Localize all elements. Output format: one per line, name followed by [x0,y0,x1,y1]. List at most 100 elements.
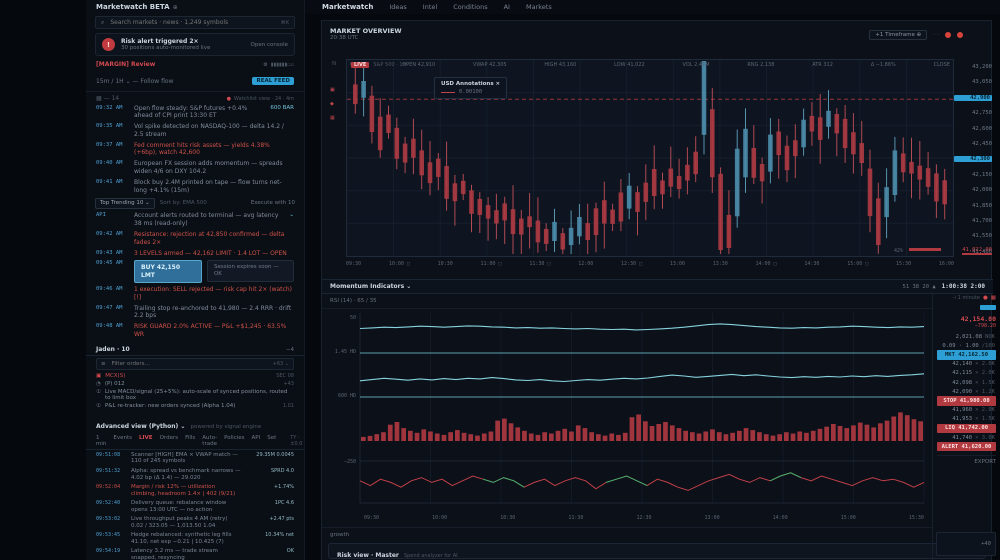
beta-plus-icon: ⊕ [173,4,178,11]
session-tooltip[interactable]: Session expires soon — OK [207,260,294,281]
table-row[interactable]: 09:52:40Delivery queue: rebalance window… [86,499,304,515]
table-row[interactable]: 09:51:08Scanner [HIGH] EMA × VWAP match … [86,450,304,466]
marker-grid-icon[interactable]: ▦ [330,115,335,121]
stat-label: CLOSE [934,62,950,68]
feed-item[interactable]: 09:32 AMOpen flow steady: S&P futures +0… [86,103,304,122]
alert-action-link[interactable]: Open console [251,42,288,48]
row-time: 09:52:04 [96,484,126,490]
order-item[interactable]: ①P&L re-tracker: new orders synced (Alph… [86,402,304,410]
orders-search-bar[interactable]: ≡ +63 ⌄ [96,358,294,370]
book-level[interactable]: 41,960× 2.0K [937,406,996,415]
trending-filter-dropdown[interactable]: Top Trending 10 ⌄ [95,198,155,209]
feed-item[interactable]: 09:48 AMRISK GUARD 2.0% ACTIVE — P&L +$1… [86,322,304,341]
book-level-highlighted[interactable]: LIQ 41,742.00 [937,424,996,433]
table-row[interactable]: 09:51:32Alpha: spread vs benchmark narro… [86,466,304,482]
table-tab[interactable]: 1 min [96,435,106,447]
order-item-icon: ▣ [96,373,101,379]
table-title[interactable]: Advanced view (Python) ⌄ [96,423,185,430]
rsi-subheader: RSI (14) · 65 / 35 [322,294,932,309]
feed-item[interactable]: 09:47 AMTrailing stop re-anchored to 41,… [86,303,304,322]
indicator-time-tick: 13:00 [705,515,720,521]
indicator-charts[interactable] [324,311,931,513]
measure-label[interactable]: ⊣ 1 minute [952,295,980,301]
nav-item[interactable]: Ideas [389,3,406,11]
export-button[interactable]: EXPORT [974,459,996,465]
search-input[interactable] [108,18,276,27]
table-tab[interactable]: API [252,435,261,447]
rail-grid-icon[interactable]: ▦ [991,295,996,301]
feed-item[interactable]: 09:41 AMBlock buy 2.4M printed on tape —… [86,177,304,196]
risk-alert-card[interactable]: ! Risk alert triggered 2× 30 positions a… [95,33,295,56]
feed-item[interactable]: 09:46 AM1 execution: SELL rejected — ris… [86,285,304,304]
book-level[interactable]: 2,021.08NOK [937,332,996,341]
marker-diamond-icon[interactable]: ◆ [330,101,335,107]
nav-item[interactable]: Intel [423,3,437,11]
book-level-highlighted[interactable]: ALERT 41,620.00 [937,442,996,451]
price-tick: 42,750 [972,110,992,116]
menu-icon: ≡ [101,361,106,367]
marker-tag-icon[interactable]: ▣ [330,87,335,93]
row-time: 09:53:02 [96,516,126,522]
book-level[interactable]: 42,115× 2.0K [937,369,996,378]
table-row[interactable]: 09:52:04Margin / risk 12% — utilization … [86,483,304,499]
book-level[interactable]: 42,098× 1.5K [937,378,996,387]
feed-item[interactable]: 09:42 AMResistance: rejection at 42,850 … [86,230,304,249]
table-tab[interactable]: Set [267,435,276,447]
table-tab[interactable]: Policies [224,435,244,447]
table-tab[interactable]: Orders [160,435,179,447]
table-tab[interactable]: Auto-trade [202,435,217,447]
growth-label[interactable]: growth [330,532,349,538]
order-item[interactable]: ▣MCX(S)SEC 08 [86,372,304,380]
book-level[interactable]: 42,140× 2.0K [937,360,996,369]
grid-icon[interactable]: ▦ — 14 [96,95,119,102]
table-tab[interactable]: Fills [185,435,195,447]
order-item[interactable]: ◔(P) 012+43 [86,380,304,388]
feed-item[interactable]: 09:35 AMVol spike detected on NASDAQ-100… [86,122,304,141]
book-level-highlighted[interactable]: MKT 42,162.50 [937,350,996,359]
chart-legend[interactable]: USD Annotations × 0.00100 [434,77,507,99]
table-subtitle: powered by signal engine [191,424,262,430]
feed-item[interactable]: 09:40 AMEuropean FX session adds momentu… [86,159,304,178]
timeframe-box[interactable]: +1 Timeframe ⊕ [869,30,927,40]
alert-dot-icon[interactable] [957,32,963,38]
feed-item[interactable]: 09:43 AM3 LEVELS armed — 42,162 LIMIT · … [86,248,304,259]
table-row[interactable]: 09:54:19Latency 3.2 ms — trade stream sn… [86,547,304,560]
margin-label[interactable]: [MARGIN] Review [96,61,155,68]
book-level[interactable]: 41,740× 3.0K [937,433,996,442]
momentum-title[interactable]: Momentum Indicators ⌄ [330,283,411,290]
rail-blue-chip[interactable] [980,305,996,310]
risk-view-panel[interactable]: Risk view · Master Spend analyzer for AI… [328,543,986,559]
row-time: 09:51:08 [96,452,126,458]
orders-filter-input[interactable] [110,360,269,368]
nav-item[interactable]: Conditions [453,3,487,11]
sort-label[interactable]: Sort by: EMA 500 [160,200,207,206]
rail-dot-icon[interactable]: ● [983,295,988,301]
book-level[interactable]: 42,090× 1.2K [937,387,996,396]
rsi-label[interactable]: RSI (14) · 65 / 35 [330,298,377,304]
execute-link[interactable]: Execute with 10 [251,200,295,206]
orders-search-right[interactable]: +63 ⌄ [273,361,289,367]
book-level-highlighted[interactable]: STOP 41,980.00 [937,396,996,405]
nav-item[interactable]: Markets [526,3,552,11]
table-tab[interactable]: LIVE [139,435,153,447]
nav-item[interactable]: AI [504,3,510,11]
feed-item[interactable]: APIAccount alerts routed to terminal — a… [86,211,304,230]
table-row[interactable]: 09:53:45Hedge rebalanced: synthetic leg … [86,531,304,547]
timeframe-selector[interactable]: 15m / 1H ⌄ — Follow flow [96,78,173,85]
book-level[interactable]: 41,953× 1.5K [937,415,996,424]
gear-icon[interactable]: ⚙ [263,62,267,68]
alert-icon: ! [102,38,115,51]
alert-subtitle: 30 positions auto-monitored live [121,45,245,51]
rail-bottom-strip[interactable]: +40 [936,532,996,556]
record-dot-icon[interactable] [945,32,951,38]
more-dots[interactable]: · · [933,32,939,39]
book-level[interactable]: 0.09 · 1.00/100 [937,341,996,350]
order-item[interactable]: ①Live MACD/signal (25+5%): auto-scale of… [86,388,304,402]
time-tick: 15:00 □ [847,261,868,267]
search-bar[interactable]: ⌕ ⌘K [95,16,295,29]
buy-button[interactable]: BUY 42,150 LMT [134,260,202,283]
trading-dashboard: Marketwatch IdeasIntelConditionsAIMarket… [0,0,1000,560]
feed-item[interactable]: 09:37 AMFed comment hits risk assets — y… [86,140,304,159]
table-row[interactable]: 09:53:02Live throughput peaks 4 AM (retr… [86,515,304,531]
table-tab[interactable]: Events [113,435,132,447]
